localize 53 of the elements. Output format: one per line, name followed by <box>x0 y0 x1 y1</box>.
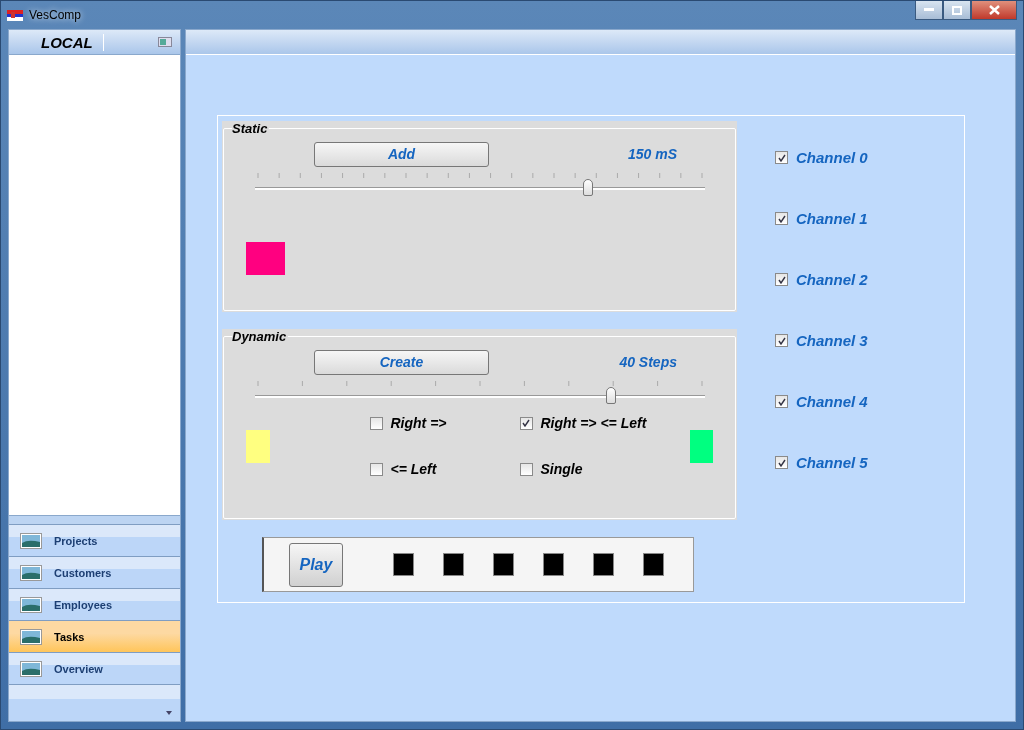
channel-label[interactable]: Channel 2 <box>796 271 868 288</box>
close-button[interactable] <box>971 1 1017 20</box>
nav-item[interactable]: Tasks <box>9 620 180 652</box>
checkbox[interactable] <box>775 334 788 347</box>
landscape-icon <box>20 596 42 613</box>
flag-icon <box>7 9 23 21</box>
landscape-icon <box>20 660 42 677</box>
checkbox[interactable] <box>775 151 788 164</box>
nav-item[interactable]: Employees <box>9 588 180 620</box>
option-label[interactable]: Right => <box>390 415 447 431</box>
dropdown-arrow-icon[interactable] <box>166 711 172 715</box>
slider-thumb[interactable] <box>605 387 616 404</box>
checkbox[interactable] <box>775 273 788 286</box>
splitter-grip[interactable] <box>9 515 180 524</box>
checkbox[interactable] <box>775 456 788 469</box>
checkbox[interactable] <box>775 212 788 225</box>
channel-label[interactable]: Channel 5 <box>796 454 868 471</box>
slider-thumb[interactable] <box>583 179 593 196</box>
sidebar-title: LOCAL <box>41 33 104 51</box>
landscape-icon <box>20 564 42 581</box>
checkbox[interactable] <box>519 416 533 430</box>
checkbox[interactable] <box>775 395 788 408</box>
group-title: Dynamic <box>232 329 289 344</box>
group-title: Static <box>232 121 270 136</box>
landscape-icon <box>20 628 42 645</box>
checkbox[interactable] <box>369 462 383 476</box>
option-label[interactable]: Right => <= Left <box>540 415 647 431</box>
window-title: VesComp <box>29 8 82 22</box>
channel-label[interactable]: Channel 3 <box>796 332 868 349</box>
slider[interactable] <box>255 173 705 197</box>
channel-label[interactable]: Channel 0 <box>796 149 868 166</box>
add-button[interactable]: Add <box>314 141 489 167</box>
nav-item[interactable]: Customers <box>9 556 180 588</box>
nav-item[interactable]: Projects <box>9 524 180 556</box>
nav-item[interactable]: Overview <box>9 652 180 684</box>
channel-label[interactable]: Channel 4 <box>796 393 868 410</box>
minimize-icon <box>924 8 934 12</box>
close-icon <box>988 5 1000 15</box>
checkbox[interactable] <box>519 462 533 476</box>
play-button[interactable]: Play <box>289 542 343 587</box>
slider-reading: 40 Steps <box>619 354 677 370</box>
panel-icon[interactable] <box>158 37 172 47</box>
maximize-icon <box>952 5 962 15</box>
create-button[interactable]: Create <box>314 349 489 375</box>
maximize-button[interactable] <box>943 1 971 20</box>
landscape-icon <box>20 532 42 549</box>
slider[interactable] <box>255 381 705 405</box>
minimize-button[interactable] <box>915 1 943 20</box>
slider-reading: 150 mS <box>627 146 677 162</box>
option-label[interactable]: Single <box>540 461 583 477</box>
checkbox[interactable] <box>369 416 383 430</box>
channel-label[interactable]: Channel 1 <box>796 210 868 227</box>
option-label[interactable]: <= Left <box>390 461 437 477</box>
